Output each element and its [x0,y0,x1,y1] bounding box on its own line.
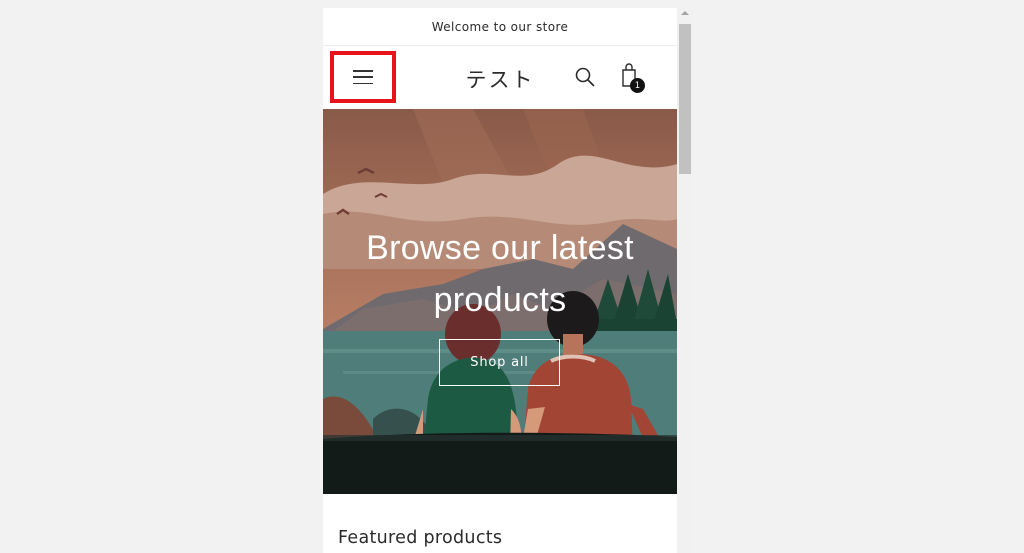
scroll-up-arrow-icon[interactable] [681,11,689,15]
browser-viewport: Welcome to our store テスト 1 Browse our la… [323,8,693,553]
hero-banner: Browse our latest products Shop all [323,109,677,494]
shop-all-button[interactable]: Shop all [439,339,560,386]
search-button[interactable] [574,66,596,88]
search-icon [575,67,595,87]
announcement-text: Welcome to our store [431,19,569,34]
cart-button[interactable]: 1 [617,60,647,93]
site-header: テスト 1 [323,46,677,109]
hero-heading: Browse our latest products [366,229,634,319]
store-page: Welcome to our store テスト 1 Browse our la… [323,8,677,553]
featured-products-title: Featured products [338,528,503,548]
scrollbar-thumb[interactable] [679,24,691,174]
cart-count-badge: 1 [630,78,645,93]
announcement-bar: Welcome to our store [323,8,677,46]
page-scrollbar[interactable] [677,8,693,553]
